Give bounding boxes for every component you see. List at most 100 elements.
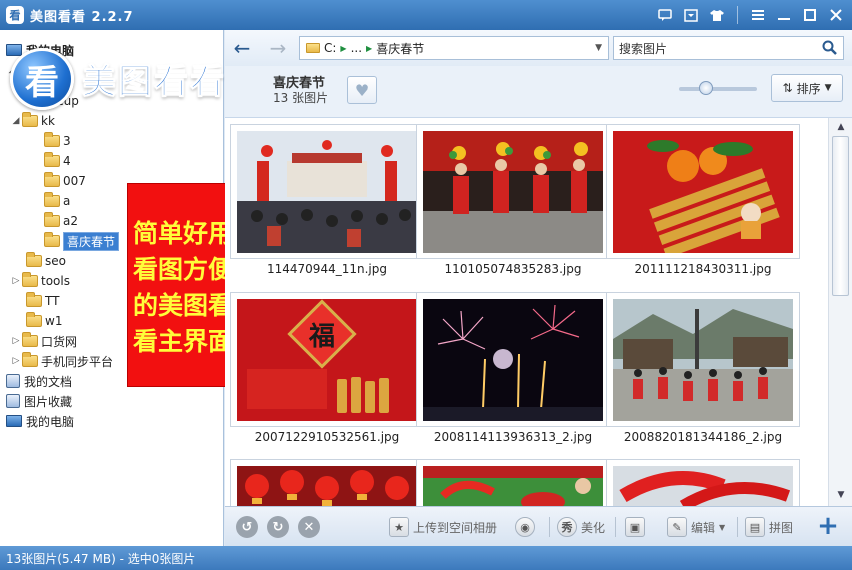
tree-item-kk-child[interactable]: 3 <box>44 131 71 151</box>
thumbnail-grid[interactable]: 114470944_11n.jpg 110105074835283.jpg 20… <box>225 118 828 506</box>
chat-icon[interactable] <box>655 5 675 25</box>
path-arrow-icon: ▶ <box>340 43 347 53</box>
edit-button[interactable]: ✎ 编辑 ▼ <box>667 517 725 537</box>
tree-item-kk-child[interactable]: a <box>44 191 70 211</box>
tree-item-seo[interactable]: seo <box>26 251 66 271</box>
rotate-left-icon: ↺ <box>241 519 253 535</box>
chevron-down-icon: ▼ <box>824 83 832 93</box>
bottom-toolbar: ↺ ↻ ✕ ★ 上传到空间相册 ◉ 秀 美化 ▣ ✎ 编辑 ▼ ▤ 拼图 + <box>225 506 852 546</box>
slideshow-button[interactable]: ▣ <box>625 517 645 537</box>
folder-icon <box>26 312 42 327</box>
expand-arrow-icon[interactable]: ▷ <box>10 356 22 366</box>
skin-icon[interactable] <box>681 5 701 25</box>
titlebar-separator <box>737 6 738 24</box>
search-icon[interactable] <box>822 40 837 59</box>
thumbnail-image <box>423 131 603 253</box>
toolbar-separator <box>615 517 616 537</box>
thumbnail[interactable]: 福 <box>230 292 424 427</box>
tree-item-mobile-sync[interactable]: ▷ 手机同步平台 <box>10 351 113 371</box>
chevron-down-icon[interactable]: ▼ <box>595 43 602 53</box>
tree-item-w1[interactable]: w1 <box>26 311 62 331</box>
forward-button[interactable]: → <box>267 38 289 58</box>
thumbnail[interactable] <box>606 124 800 259</box>
scroll-down-icon[interactable]: ▼ <box>834 490 848 500</box>
svg-text:福: 福 <box>308 322 335 352</box>
tree-label: a2 <box>63 214 78 228</box>
expand-arrow-icon[interactable]: ▷ <box>10 276 22 286</box>
path-current[interactable]: 喜庆春节 <box>376 40 424 57</box>
collage-button[interactable]: ▤ 拼图 <box>745 517 793 537</box>
tree-item-kouhuowang[interactable]: ▷ 口货网 <box>10 331 77 351</box>
folder-icon <box>22 332 38 347</box>
zoom-slider-thumb[interactable] <box>699 81 714 95</box>
minimize-icon[interactable] <box>774 5 794 25</box>
status-bar: 13张图片(5.47 MB) - 选中0张图片 <box>0 546 852 570</box>
scroll-up-icon[interactable]: ▲ <box>834 122 848 132</box>
thumbnail-caption: 2008820181344186_2.jpg <box>623 430 783 444</box>
tree-label: seo <box>45 254 66 268</box>
favorite-button[interactable]: ♥ <box>347 76 377 104</box>
thumbnail-caption: 110105074835283.jpg <box>444 262 582 276</box>
star-icon: ★ <box>389 517 409 537</box>
tree-label: tools <box>41 274 70 288</box>
back-button[interactable]: ← <box>231 38 253 58</box>
delete-button[interactable]: ✕ <box>298 516 320 538</box>
beautify-button[interactable]: 秀 美化 <box>557 517 605 537</box>
tree-item-kk-child[interactable]: 4 <box>44 151 71 171</box>
thumbnail[interactable] <box>416 459 610 506</box>
collapse-arrow-icon[interactable]: ◢ <box>10 116 22 126</box>
sort-button[interactable]: ⇅ 排序 ▼ <box>771 74 843 102</box>
thumbnail-caption: 201111218430311.jpg <box>634 262 772 276</box>
documents-icon <box>6 374 20 388</box>
shirt-icon[interactable] <box>707 5 727 25</box>
close-icon[interactable] <box>826 5 846 25</box>
tree-item-kk-child[interactable]: 007 <box>44 171 86 191</box>
heart-icon: ♥ <box>354 80 370 100</box>
thumbnail[interactable] <box>606 292 800 427</box>
folder-icon <box>26 252 42 267</box>
thumbnail-caption: 2007122910532561.jpg <box>254 430 400 444</box>
thumbnail[interactable] <box>416 124 610 259</box>
rotate-left-button[interactable]: ↺ <box>236 516 258 538</box>
add-button[interactable]: + <box>815 512 841 540</box>
upload-album-button[interactable]: ★ 上传到空间相册 <box>389 517 497 537</box>
tree-item-my-computer[interactable]: 我的电脑 <box>6 411 74 431</box>
thumbnail[interactable] <box>230 124 424 259</box>
tree-item-kk-child[interactable]: a2 <box>44 211 78 231</box>
scrollbar-thumb[interactable] <box>832 136 849 296</box>
weibo-share-button[interactable]: ◉ <box>515 517 535 537</box>
rotate-right-button[interactable]: ↻ <box>267 516 289 538</box>
thumbnail[interactable] <box>416 292 610 427</box>
maximize-icon[interactable] <box>800 5 820 25</box>
folder-icon <box>44 212 60 227</box>
thumbnail-image: 福 <box>237 299 417 421</box>
search-placeholder: 搜索图片 <box>619 41 668 56</box>
path-drive[interactable]: C: <box>324 41 336 55</box>
brand-logo-icon: 看 <box>10 48 74 110</box>
path-ellipsis[interactable]: ... <box>351 41 362 55</box>
tree-item-my-documents[interactable]: 我的文档 <box>6 371 72 391</box>
tree-label: 手机同步平台 <box>41 354 114 369</box>
tree-label: 我的电脑 <box>26 414 75 429</box>
search-input[interactable]: 搜索图片 <box>613 36 844 60</box>
tree-item-kk[interactable]: ◢ kk <box>10 111 55 131</box>
tree-item-tt[interactable]: TT <box>26 291 59 311</box>
folder-icon <box>22 112 38 127</box>
thumbnail-image <box>613 466 793 506</box>
vertical-scrollbar[interactable]: ▲ ▼ <box>828 118 852 506</box>
tree-label: 图片收藏 <box>24 394 73 409</box>
zoom-slider[interactable] <box>679 81 757 95</box>
expand-arrow-icon[interactable]: ▷ <box>10 336 22 346</box>
weibo-icon: ◉ <box>515 517 535 537</box>
tree-item-tools[interactable]: ▷ tools <box>10 271 70 291</box>
edit-label: 编辑 <box>691 520 716 535</box>
menu-icon[interactable] <box>748 5 768 25</box>
tree-item-picture-favorites[interactable]: 图片收藏 <box>6 391 72 411</box>
thumbnail[interactable] <box>230 459 424 506</box>
path-bar[interactable]: C: ▶ ... ▶ 喜庆春节 ▼ <box>299 36 609 60</box>
sort-label: 排序 <box>796 81 821 96</box>
thumbnail[interactable] <box>606 459 800 506</box>
thumbnail-caption: 114470944_11n.jpg <box>267 262 387 276</box>
tree-item-selected[interactable]: 喜庆春节 <box>44 231 120 251</box>
upload-album-label: 上传到空间相册 <box>413 520 498 535</box>
